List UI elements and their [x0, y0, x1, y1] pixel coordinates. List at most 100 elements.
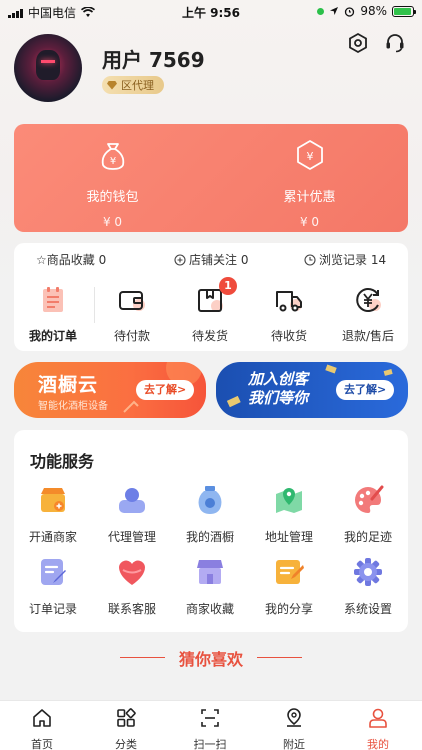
tab-mine[interactable]: 我的	[336, 707, 420, 750]
banner-right-title: 加入创客 我们等你	[248, 370, 308, 408]
service-label: 联系客服	[107, 602, 156, 616]
service-label: 我的酒橱	[185, 530, 234, 544]
status-bar: 中国电信 上午 9:56 98%	[0, 0, 422, 22]
battery-percent: 98%	[360, 4, 387, 18]
banner-right-learn-more-button[interactable]: 去了解>	[336, 380, 395, 400]
follows-label: 店铺关注 0	[189, 253, 249, 267]
service-my-wine-cabinet[interactable]: 我的酒橱	[171, 484, 249, 545]
svg-text:¥: ¥	[109, 156, 115, 167]
services-title: 功能服务	[30, 452, 95, 471]
username: 用户 7569	[102, 48, 205, 72]
service-agent-management[interactable]: 代理管理	[93, 484, 171, 545]
shop-icon	[41, 488, 65, 512]
my-wallet-label: 我的钱包	[86, 190, 139, 205]
refund-aftersale-label: 退款/售后	[341, 329, 395, 343]
my-orders-button[interactable]: 我的订单	[14, 285, 92, 344]
favorites-label: ☆商品收藏 0	[36, 253, 107, 267]
tab-home[interactable]: 首页	[0, 707, 84, 750]
order-list-icon	[43, 287, 63, 312]
service-contact-support[interactable]: 联系客服	[93, 556, 171, 617]
total-discount-entry[interactable]: ¥ 累计优惠 ¥ 0	[211, 138, 408, 229]
pending-shipment-badge: 1	[219, 277, 237, 295]
tab-label: 我的	[367, 738, 389, 750]
my-wallet-value: ¥ 0	[102, 215, 123, 229]
money-bag-icon: ¥	[101, 143, 124, 170]
store-icon	[197, 560, 223, 584]
order-note-icon	[41, 559, 66, 585]
tab-label: 首页	[31, 738, 53, 750]
banner-left-title: 酒橱云	[38, 374, 99, 396]
discount-hexagon-icon: ¥	[296, 140, 323, 170]
pending-receipt-label: 待收货	[270, 329, 307, 343]
service-label: 代理管理	[107, 530, 156, 544]
tab-scan[interactable]: 扫一扫	[168, 707, 252, 750]
total-discount-value: ¥ 0	[299, 215, 320, 229]
history-label: 浏览记录 14	[319, 253, 387, 267]
wine-jar-icon	[198, 486, 222, 514]
service-my-share[interactable]: 我的分享	[250, 556, 328, 617]
scan-icon	[201, 709, 219, 727]
home-icon	[33, 709, 51, 727]
guess-you-like-title: 猜你喜欢	[178, 650, 243, 669]
customer-service-icon[interactable]	[384, 32, 406, 54]
share-icon	[276, 560, 304, 584]
pending-shipment-button[interactable]: 1 待发货	[171, 277, 249, 344]
avatar[interactable]	[14, 34, 82, 102]
category-grid-icon	[117, 708, 136, 727]
refund-icon	[356, 288, 381, 312]
join-maker-banner[interactable]: 加入创客 我们等你 去了解>	[216, 362, 408, 418]
battery-icon	[392, 5, 416, 17]
tab-category[interactable]: 分类	[84, 707, 168, 750]
tab-nearby[interactable]: 附近	[252, 707, 336, 750]
service-label: 订单记录	[28, 602, 77, 616]
service-label: 我的足迹	[343, 530, 392, 544]
banner-right-title-line2: 我们等你	[248, 389, 309, 407]
clock-icon	[304, 253, 316, 266]
pending-shipment-label: 待发货	[191, 329, 228, 343]
total-discount-label: 累计优惠	[283, 190, 336, 205]
service-label: 开通商家	[28, 530, 77, 544]
diamond-icon	[107, 80, 117, 90]
follows-stat[interactable]: 店铺关注 0	[174, 251, 248, 268]
privacy-indicator-icon	[317, 7, 325, 15]
bottom-tab-bar: 首页 分类 扫一扫 附近 我的	[0, 700, 422, 750]
services-card: 功能服务 开通商家 代理管理 我的酒橱 地址管理 我的足迹 订单记录 联系客服 …	[14, 430, 408, 632]
palette-icon	[355, 485, 384, 513]
pending-receipt-button[interactable]: 待收货	[250, 285, 328, 344]
pending-payment-label: 待付款	[113, 329, 150, 343]
plus-circle-icon	[174, 253, 186, 266]
stats-row: ☆商品收藏 0 店铺关注 0 浏览记录 14	[14, 251, 408, 269]
gear-icon	[354, 558, 382, 586]
location-pin-icon	[287, 708, 301, 727]
location-arrow-icon	[330, 7, 339, 15]
service-system-settings[interactable]: 系统设置	[329, 556, 407, 617]
tab-label: 扫一扫	[193, 738, 227, 750]
guess-divider-right	[257, 657, 302, 658]
order-status-row: 我的订单 待付款 1 待发货 待收货 退款/售后	[14, 277, 408, 344]
map-pin-icon	[276, 488, 302, 513]
service-label: 商家收藏	[185, 602, 234, 616]
service-address-management[interactable]: 地址管理	[250, 484, 328, 545]
my-wallet-entry[interactable]: ¥ 我的钱包 ¥ 0	[14, 138, 211, 229]
my-orders-label: 我的订单	[28, 329, 77, 343]
favorites-stat[interactable]: ☆商品收藏 0	[36, 251, 106, 268]
refund-aftersale-button[interactable]: 退款/售后	[329, 285, 407, 344]
pending-payment-button[interactable]: 待付款	[93, 285, 171, 344]
service-my-footprint[interactable]: 我的足迹	[329, 484, 407, 545]
service-merchant-favorites[interactable]: 商家收藏	[171, 556, 249, 617]
wine-cabinet-cloud-banner[interactable]: 酒橱云 智能化酒柜设备 去了解>	[14, 362, 206, 418]
tab-label: 附近	[283, 738, 305, 750]
service-label: 我的分享	[264, 602, 313, 616]
banner-left-subtitle: 智能化酒柜设备	[38, 401, 108, 412]
service-open-merchant[interactable]: 开通商家	[14, 484, 92, 545]
truck-icon	[276, 291, 302, 312]
banner-right-title-line1: 加入创客	[248, 370, 309, 388]
wallet-icon	[119, 291, 145, 311]
history-stat[interactable]: 浏览记录 14	[304, 251, 386, 268]
role-label: 区代理	[121, 79, 154, 92]
banner-left-learn-more-button[interactable]: 去了解>	[136, 380, 195, 400]
orders-card: ☆商品收藏 0 店铺关注 0 浏览记录 14 我的订单 待付款 1 待发货 待收…	[14, 243, 408, 351]
profile-icon	[369, 708, 387, 728]
service-order-records[interactable]: 订单记录	[14, 556, 92, 617]
settings-icon[interactable]	[347, 32, 369, 54]
